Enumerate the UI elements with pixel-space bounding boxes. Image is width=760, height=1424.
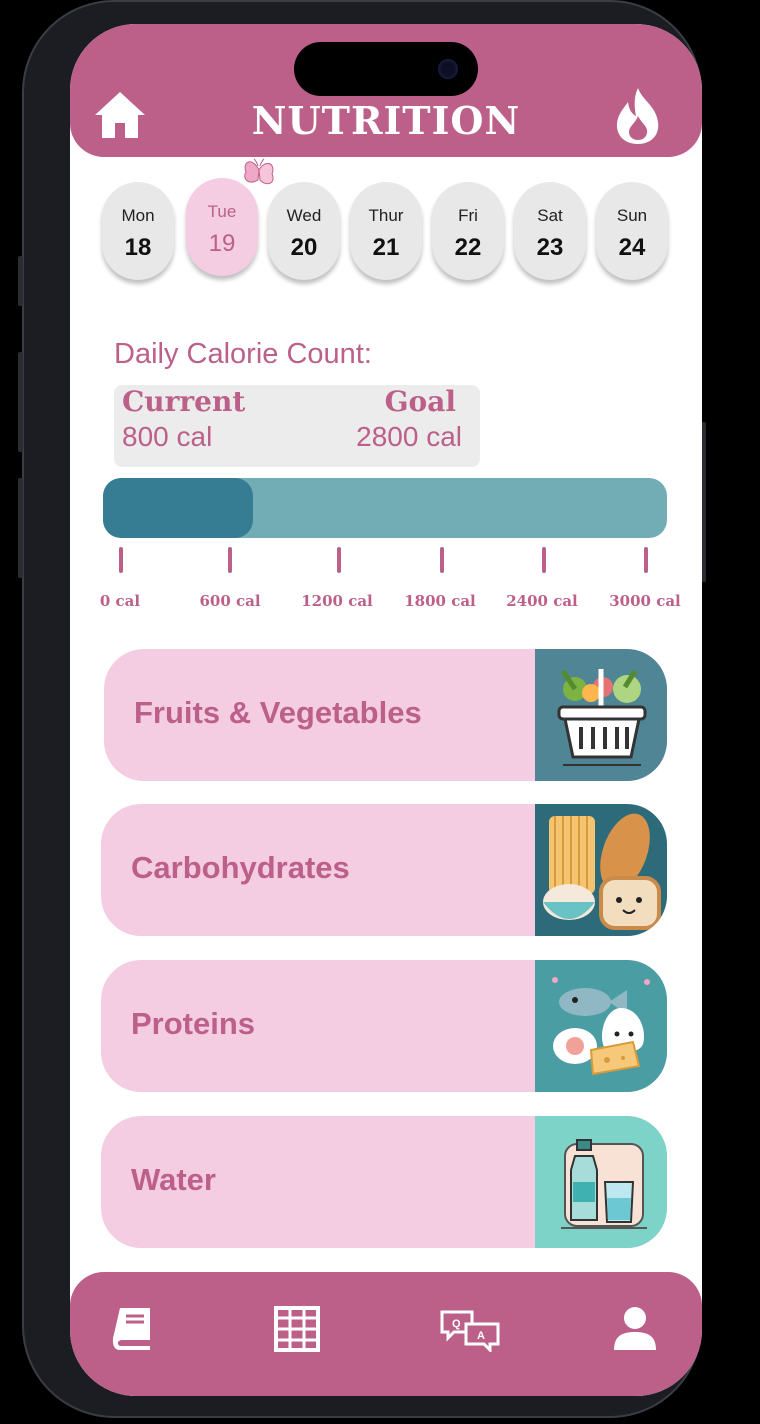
scale-tick bbox=[337, 547, 341, 573]
app-screen: NUTRITION Mon 18 Tue 19 Wed 20 Thur 21 F… bbox=[70, 24, 702, 1396]
current-value: 800 cal bbox=[122, 421, 213, 452]
day-mon[interactable]: Mon 18 bbox=[102, 182, 174, 280]
calorie-heading: Daily Calorie Count: bbox=[114, 338, 372, 370]
bread-pasta-icon bbox=[535, 804, 667, 936]
scale-tick bbox=[228, 547, 232, 573]
day-thur[interactable]: Thur 21 bbox=[350, 182, 422, 280]
category-label: Water bbox=[131, 1162, 216, 1197]
calorie-progress-fill bbox=[103, 478, 253, 538]
bottom-navigation: Q A bbox=[70, 1272, 702, 1396]
butterfly-icon bbox=[244, 158, 274, 185]
scale-label: 1800 cal bbox=[404, 592, 476, 610]
mute-switch bbox=[18, 256, 23, 306]
calorie-summary: Current 800 cal Goal 2800 cal bbox=[114, 385, 480, 467]
category-fruits-vegetables[interactable]: Fruits & Vegetables bbox=[104, 649, 667, 781]
volume-down-button bbox=[18, 478, 23, 578]
volume-up-button bbox=[18, 352, 23, 452]
qa-chat-icon[interactable]: Q A bbox=[440, 1308, 500, 1352]
dynamic-island bbox=[294, 42, 478, 96]
book-icon[interactable] bbox=[110, 1304, 156, 1352]
scale-tick bbox=[542, 547, 546, 573]
category-proteins[interactable]: Proteins bbox=[101, 960, 667, 1092]
category-label: Proteins bbox=[131, 1006, 256, 1041]
svg-text:A: A bbox=[477, 1330, 485, 1342]
category-label: Fruits & Vegetables bbox=[134, 695, 422, 730]
svg-text:Q: Q bbox=[452, 1318, 461, 1330]
day-name: Sat bbox=[537, 206, 563, 225]
scale-tick bbox=[644, 547, 648, 573]
profile-icon[interactable] bbox=[612, 1306, 658, 1352]
category-carbohydrates[interactable]: Carbohydrates bbox=[101, 804, 667, 936]
fish-egg-cheese-icon bbox=[535, 960, 667, 1092]
scale-label: 2400 cal bbox=[506, 592, 578, 610]
day-fri[interactable]: Fri 22 bbox=[432, 182, 504, 280]
day-wed[interactable]: Wed 20 bbox=[268, 182, 340, 280]
water-bottle-icon bbox=[535, 1116, 667, 1248]
day-number: 20 bbox=[290, 234, 318, 261]
camera-icon bbox=[438, 59, 458, 79]
calorie-progress-bar bbox=[103, 478, 667, 538]
day-name: Fri bbox=[458, 206, 478, 225]
category-label: Carbohydrates bbox=[131, 850, 350, 885]
day-number: 21 bbox=[372, 234, 400, 261]
scale-label: 600 cal bbox=[199, 592, 261, 610]
day-name: Tue bbox=[207, 202, 237, 221]
grid-icon[interactable] bbox=[274, 1306, 320, 1352]
page-title: NUTRITION bbox=[251, 98, 521, 143]
basket-icon bbox=[535, 649, 667, 781]
goal-value: 2800 cal bbox=[356, 421, 462, 452]
day-number: 23 bbox=[536, 234, 564, 261]
scale-label: 1200 cal bbox=[301, 592, 373, 610]
day-name: Wed bbox=[286, 206, 322, 225]
scale-label: 0 cal bbox=[99, 592, 141, 610]
category-water[interactable]: Water bbox=[101, 1116, 667, 1248]
day-number: 24 bbox=[618, 234, 646, 261]
scale-tick bbox=[440, 547, 444, 573]
day-tue[interactable]: Tue 19 bbox=[186, 178, 258, 276]
scale-tick bbox=[119, 547, 123, 573]
day-name: Mon bbox=[121, 206, 155, 225]
day-name: Thur bbox=[368, 206, 404, 225]
current-label: Current bbox=[122, 385, 246, 418]
day-sun[interactable]: Sun 24 bbox=[596, 182, 668, 280]
phone-frame: NUTRITION Mon 18 Tue 19 Wed 20 Thur 21 F… bbox=[18, 0, 706, 1418]
day-name: Sun bbox=[616, 206, 648, 225]
flame-icon[interactable] bbox=[612, 86, 664, 146]
day-sat[interactable]: Sat 23 bbox=[514, 182, 586, 280]
goal-label: Goal bbox=[384, 385, 456, 418]
day-number: 22 bbox=[454, 234, 482, 261]
day-number: 19 bbox=[208, 230, 236, 257]
scale-label: 3000 cal bbox=[609, 592, 681, 610]
day-number: 18 bbox=[124, 234, 152, 261]
